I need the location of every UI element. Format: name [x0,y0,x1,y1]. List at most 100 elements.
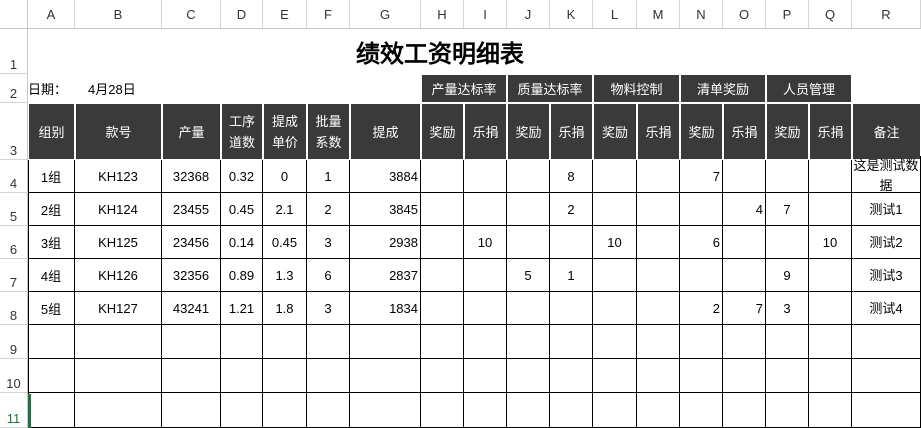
empty-cell[interactable] [637,359,680,393]
cell-reward[interactable] [421,259,464,292]
cell-reward[interactable] [766,226,809,259]
cell-output[interactable]: 23455 [162,193,221,226]
row-header-3[interactable]: 3 [0,103,28,160]
column-header-j[interactable]: J [507,0,550,29]
empty-cell[interactable] [593,325,637,359]
header-process-count[interactable]: 工序 道数 [221,103,263,160]
cell-group[interactable]: 4组 [28,259,75,292]
empty-cell[interactable] [809,393,852,428]
empty-cell[interactable] [28,393,75,428]
cell-output[interactable]: 32368 [162,160,221,193]
cell-reward[interactable]: 9 [766,259,809,292]
cell-batch-coef[interactable]: 6 [307,259,350,292]
cell-donation[interactable] [637,193,680,226]
header-style[interactable]: 款号 [75,103,162,160]
cell-reward[interactable] [593,193,637,226]
empty-cell[interactable] [307,359,350,393]
cell-donation[interactable] [809,259,852,292]
header-reward-1[interactable]: 奖励 [421,103,464,160]
group-header-2[interactable]: 质量达标率 [507,74,593,103]
cell-remark[interactable]: 这是测试数据 [852,156,921,193]
empty-cell[interactable] [852,359,921,393]
column-header-c[interactable]: C [162,0,221,29]
column-header-a[interactable]: A [28,0,75,29]
cell-commission[interactable]: 3845 [350,193,421,226]
cell-remark[interactable]: 测试4 [852,292,921,325]
cell-reward[interactable]: 7 [680,160,723,193]
header-reward-3[interactable]: 奖励 [593,103,637,160]
empty-cell[interactable] [550,393,593,428]
header-donation-1[interactable]: 乐捐 [464,103,507,160]
group-header-5[interactable]: 人员管理 [766,74,852,103]
cell-donation[interactable] [637,226,680,259]
cell-commission[interactable]: 2837 [350,259,421,292]
empty-cell[interactable] [809,325,852,359]
empty-cell[interactable] [421,393,464,428]
cell-donation[interactable] [637,259,680,292]
empty-cell[interactable] [464,393,507,428]
cell-donation[interactable] [550,226,593,259]
empty-cell[interactable] [464,325,507,359]
cell-donation[interactable] [464,160,507,193]
empty-cell[interactable] [162,359,221,393]
column-header-p[interactable]: P [766,0,809,29]
empty-cell[interactable] [75,393,162,428]
cell-reward[interactable]: 5 [507,259,550,292]
header-output[interactable]: 产量 [162,103,221,160]
empty-cell[interactable] [263,325,307,359]
cell-reward[interactable] [421,193,464,226]
cell-remark[interactable]: 测试2 [852,226,921,259]
empty-cell[interactable] [809,359,852,393]
cell-process-count[interactable]: 0.32 [221,160,263,193]
select-all-corner[interactable] [0,0,28,29]
cell-reward[interactable]: 6 [680,226,723,259]
empty-cell[interactable] [852,393,921,428]
empty-cell[interactable] [680,393,723,428]
cell-style[interactable]: KH127 [75,292,162,325]
empty-cell[interactable] [766,325,809,359]
cell-unit-price[interactable]: 0.45 [263,226,307,259]
cell-reward[interactable] [507,292,550,325]
cell-donation[interactable]: 7 [723,292,766,325]
column-header-r[interactable]: R [852,0,921,29]
cell-donation[interactable] [637,292,680,325]
cell-donation[interactable] [723,259,766,292]
empty-cell[interactable] [350,359,421,393]
date-label[interactable]: 日期： [28,74,83,103]
column-header-h[interactable]: H [421,0,464,29]
column-header-g[interactable]: G [350,0,421,29]
empty-cell[interactable] [593,393,637,428]
cell-donation[interactable] [809,193,852,226]
column-header-n[interactable]: N [680,0,723,29]
header-reward-2[interactable]: 奖励 [507,103,550,160]
cell-batch-coef[interactable]: 1 [307,160,350,193]
cell-reward[interactable] [507,193,550,226]
cell-process-count[interactable]: 0.89 [221,259,263,292]
cell-donation[interactable]: 10 [809,226,852,259]
column-header-e[interactable]: E [263,0,307,29]
empty-cell[interactable] [28,325,75,359]
sheet-title[interactable]: 绩效工资明细表 [28,29,852,74]
cell-group[interactable]: 2组 [28,193,75,226]
group-header-3[interactable]: 物料控制 [593,74,680,103]
column-header-l[interactable]: L [593,0,637,29]
empty-cell[interactable] [766,359,809,393]
header-group[interactable]: 组别 [28,103,75,160]
empty-cell[interactable] [350,393,421,428]
cell-reward[interactable] [593,292,637,325]
cell-reward[interactable] [507,226,550,259]
empty-cell[interactable] [162,393,221,428]
row-header-1[interactable]: 1 [0,29,28,74]
cell-reward[interactable] [593,160,637,193]
row-header-5[interactable]: 5 [0,193,28,226]
cell-reward[interactable]: 10 [593,226,637,259]
empty-cell[interactable] [263,393,307,428]
cell-group[interactable]: 5组 [28,292,75,325]
cell-commission[interactable]: 2938 [350,226,421,259]
cell-donation[interactable]: 10 [464,226,507,259]
cell-donation[interactable] [464,259,507,292]
group-header-4[interactable]: 清单奖励 [680,74,766,103]
cell-batch-coef[interactable]: 3 [307,292,350,325]
empty-cell[interactable] [221,359,263,393]
row-header-4[interactable]: 4 [0,160,28,193]
